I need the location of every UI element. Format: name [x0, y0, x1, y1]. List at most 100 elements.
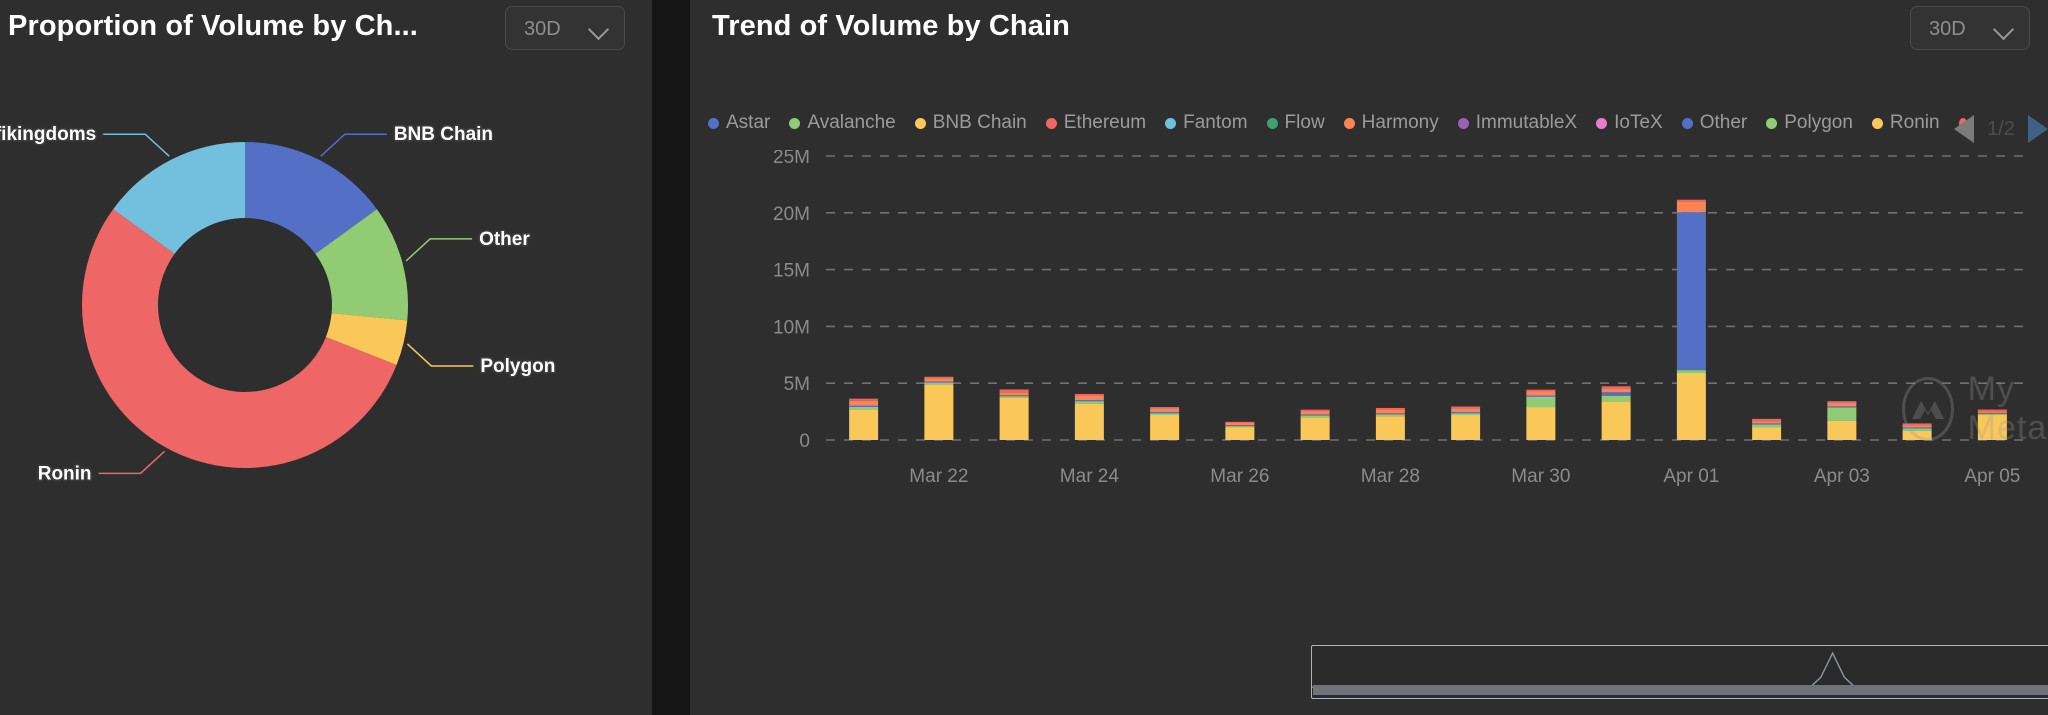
bar-segment[interactable] — [1150, 412, 1179, 413]
legend-item-polygon[interactable]: Polygon — [1766, 112, 1853, 134]
bar-segment[interactable] — [1903, 425, 1932, 427]
bar-segment[interactable] — [1827, 421, 1856, 440]
bar-segment[interactable] — [1301, 417, 1330, 440]
legend-item-ronin[interactable]: Ronin — [1872, 112, 1940, 134]
bar-segment[interactable] — [1827, 401, 1856, 403]
bar-segment[interactable] — [1150, 407, 1179, 408]
triangle-left-icon[interactable] — [1954, 115, 1974, 143]
range-slider-track[interactable] — [1311, 645, 2048, 699]
donut-label-defikingdoms: defikingdoms — [0, 124, 96, 145]
bar-segment[interactable] — [924, 377, 953, 378]
bar-segment[interactable] — [1827, 407, 1856, 421]
bar-segment[interactable] — [1602, 392, 1631, 395]
legend-item-astar[interactable]: Astar — [708, 112, 770, 134]
proportion-panel-header: Proportion of Volume by Ch... 30D — [0, 0, 652, 62]
bar-segment[interactable] — [1752, 428, 1781, 440]
y-axis-tick-label: 5M — [784, 374, 810, 395]
trend-panel: Trend of Volume by Chain 30D Astar Avalan… — [690, 0, 2048, 715]
range-select-proportion[interactable]: 30D — [505, 6, 625, 50]
bar-segment[interactable] — [1978, 411, 2007, 413]
legend-label: BNB Chain — [933, 112, 1027, 134]
donut-chart-svg: BNB ChainOtherPolygonRonindefikingdoms — [0, 62, 652, 715]
legend-item-flow[interactable]: Flow — [1267, 112, 1325, 134]
bar-segment[interactable] — [1677, 212, 1706, 370]
legend-color-dot — [708, 118, 719, 129]
legend-item-fantom[interactable]: Fantom — [1165, 112, 1247, 134]
bar-segment[interactable] — [924, 381, 953, 382]
bar-segment[interactable] — [1827, 406, 1856, 407]
legend-item-iotex[interactable]: IoTeX — [1596, 112, 1663, 134]
bar-segment[interactable] — [1602, 401, 1631, 440]
triangle-right-icon[interactable] — [2028, 115, 2048, 143]
bar-segment[interactable] — [1451, 412, 1480, 413]
bar-segment[interactable] — [1677, 373, 1706, 440]
bar-segment[interactable] — [1451, 408, 1480, 412]
bar-segment[interactable] — [1150, 415, 1179, 440]
legend-item-avalanche[interactable]: Avalanche — [789, 112, 895, 134]
bar-segment[interactable] — [1376, 416, 1405, 440]
legend-item-ethereum[interactable]: Ethereum — [1046, 112, 1146, 134]
bar-segment[interactable] — [1000, 392, 1029, 395]
bar-segment[interactable] — [1752, 423, 1781, 424]
bar-segment[interactable] — [1827, 403, 1856, 406]
bar-segment[interactable] — [924, 384, 953, 440]
bar-segment[interactable] — [1903, 427, 1932, 428]
bar-segment[interactable] — [1301, 410, 1330, 411]
bar-segment[interactable] — [1225, 428, 1254, 440]
bar-segment[interactable] — [1075, 395, 1104, 400]
bar-segment[interactable] — [924, 378, 953, 381]
page-title: Proportion of Volume by Ch... — [8, 10, 418, 43]
legend-item-bnb-chain[interactable]: BNB Chain — [915, 112, 1027, 134]
legend-item-other[interactable]: Other — [1682, 112, 1748, 134]
bar-segment[interactable] — [1677, 370, 1706, 373]
bar-segment[interactable] — [1451, 406, 1480, 408]
bar-segment[interactable] — [1075, 404, 1104, 440]
bar-segment[interactable] — [1000, 395, 1029, 396]
bar-segment[interactable] — [1526, 390, 1555, 391]
donut-chart: BNB ChainOtherPolygonRonindefikingdoms — [0, 62, 652, 715]
bar-segment[interactable] — [1526, 396, 1555, 397]
y-axis-tick-label: 0 — [799, 431, 810, 452]
bar-segment[interactable] — [1526, 396, 1555, 407]
range-slider[interactable] — [1311, 645, 2048, 699]
bar-segment[interactable] — [1075, 394, 1104, 395]
bar-segment[interactable] — [1752, 421, 1781, 423]
legend-item-immutablex[interactable]: ImmutableX — [1458, 112, 1577, 134]
bar-segment[interactable] — [1978, 413, 2007, 414]
bar-segment[interactable] — [1225, 423, 1254, 425]
legend-item-harmony[interactable]: Harmony — [1344, 112, 1439, 134]
bar-segment[interactable] — [1526, 391, 1555, 396]
bar-segment[interactable] — [1451, 415, 1480, 440]
bar-segment[interactable] — [849, 401, 878, 406]
bar-segment[interactable] — [1602, 396, 1631, 402]
bar-segment[interactable] — [1903, 431, 1932, 440]
bar-segment[interactable] — [1526, 407, 1555, 440]
bar-segment[interactable] — [1150, 408, 1179, 412]
bar-segment[interactable] — [1000, 389, 1029, 392]
bar-segment[interactable] — [1903, 423, 1932, 425]
bar-segment[interactable] — [1677, 200, 1706, 202]
bar-segment[interactable] — [1376, 409, 1405, 413]
legend-color-dot — [1046, 118, 1057, 129]
bar-segment[interactable] — [1075, 400, 1104, 401]
bar-segment[interactable] — [1752, 419, 1781, 421]
bar-segment[interactable] — [1225, 425, 1254, 426]
bar-segment[interactable] — [1677, 202, 1706, 212]
bar-segment[interactable] — [1301, 411, 1330, 414]
bar-segment[interactable] — [849, 406, 878, 407]
bar-segment[interactable] — [1602, 386, 1631, 388]
range-select-trend[interactable]: 30D — [1910, 6, 2030, 50]
bar-segment[interactable] — [849, 399, 878, 401]
bar-segment[interactable] — [1376, 408, 1405, 409]
bar-segment[interactable] — [849, 409, 878, 440]
bar-segment[interactable] — [1376, 413, 1405, 414]
bar-segment[interactable] — [1602, 388, 1631, 392]
trend-title: Trend of Volume by Chain — [712, 10, 1070, 43]
bar-segment[interactable] — [1978, 415, 2007, 440]
bar-segment[interactable] — [1978, 410, 2007, 412]
legend-pager: 1/2 — [1954, 110, 2048, 148]
bar-segment[interactable] — [1301, 414, 1330, 415]
x-axis-labels: Mar 22Mar 24Mar 26Mar 28Mar 30Apr 01Apr … — [909, 466, 2020, 487]
bar-segment[interactable] — [1225, 422, 1254, 423]
bar-segment[interactable] — [1000, 398, 1029, 440]
